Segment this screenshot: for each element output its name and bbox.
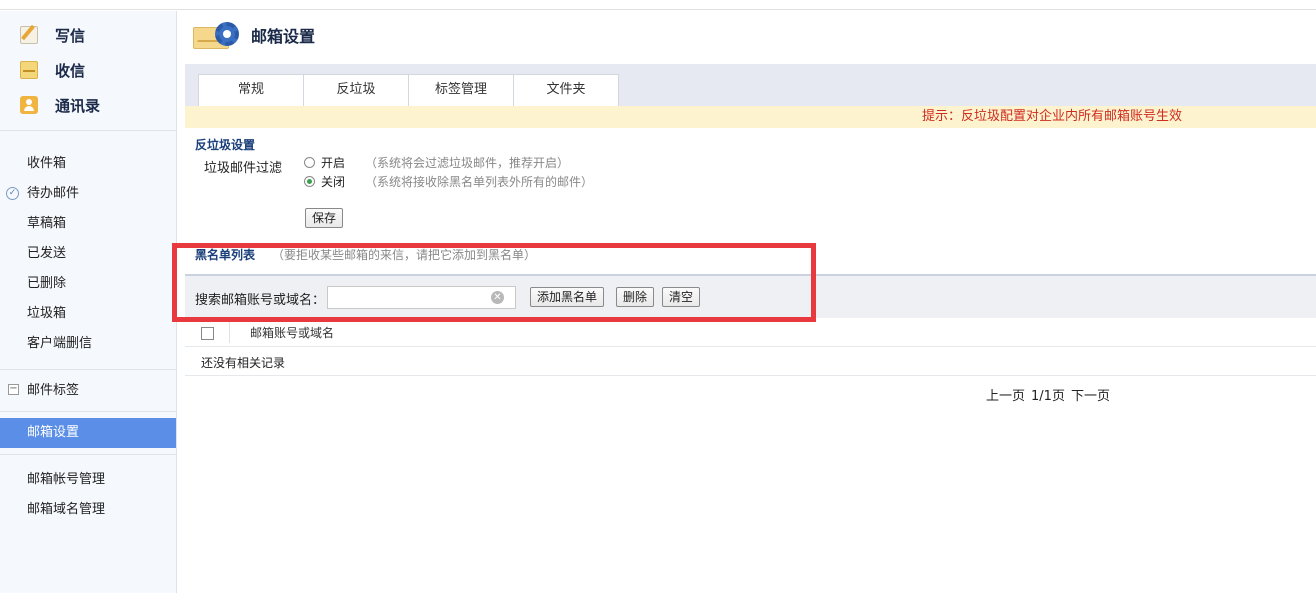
radio-off[interactable]: [304, 175, 315, 187]
sidebar-item-drafts[interactable]: 草稿箱: [27, 214, 66, 234]
sidebar-item-todo-label: 待办邮件: [27, 186, 80, 201]
tab-folders[interactable]: 文件夹: [513, 74, 619, 106]
spam-filter-off-option[interactable]: 关闭 （系统将接收除黑名单列表外所有的邮件）: [304, 172, 593, 190]
sidebar-item-domain-admin[interactable]: 邮箱域名管理: [27, 500, 105, 520]
page-title: 邮箱设置: [251, 27, 316, 46]
sidebar-divider: [0, 369, 176, 370]
write-mail-link[interactable]: 写信: [20, 23, 85, 47]
pagination: 上一页 1/1页 下一页: [986, 385, 1110, 404]
blacklist-title: 黑名单列表: [195, 248, 256, 262]
receive-mail-label: 收信: [55, 61, 86, 80]
write-mail-label: 写信: [55, 26, 86, 45]
blacklist-note: （要拒收某些邮箱的来信，请把它添加到黑名单）: [272, 248, 537, 262]
spam-filter-on-option[interactable]: 开启 （系统将会过滤垃圾邮件，推荐开启）: [304, 153, 569, 171]
add-blacklist-button[interactable]: 添加黑名单: [530, 287, 605, 307]
select-all-checkbox[interactable]: [201, 327, 214, 340]
sidebar-item-deleted[interactable]: 已删除: [27, 274, 66, 294]
quick-actions: 写信 收信 通讯录: [0, 11, 176, 131]
save-button[interactable]: 保存: [305, 208, 344, 228]
receive-mail-link[interactable]: 收信: [20, 58, 85, 82]
page-header: 邮箱设置: [193, 19, 315, 51]
spam-filter-label: 垃圾邮件过滤: [204, 161, 283, 176]
blacklist-search-bar: 搜索邮箱账号或域名： ✕ 添加黑名单 删除 清空: [185, 274, 1316, 318]
radio-on-label: 开启: [321, 155, 346, 170]
sidebar-item-mailbox-settings[interactable]: 邮箱设置: [0, 418, 176, 448]
inbox-tray-icon: [20, 61, 38, 79]
sidebar-item-spam[interactable]: 垃圾箱: [27, 304, 66, 324]
radio-off-label: 关闭: [321, 174, 346, 189]
sidebar-item-todo[interactable]: ✓ 待办邮件: [6, 184, 80, 204]
contacts-link[interactable]: 通讯录: [20, 93, 100, 117]
clear-button[interactable]: 清空: [662, 287, 701, 307]
settings-gear-icon: [193, 19, 241, 51]
search-label: 搜索邮箱账号或域名：: [195, 293, 326, 308]
sidebar-item-inbox[interactable]: 收件箱: [27, 154, 66, 174]
contacts-label: 通讯录: [55, 96, 101, 115]
antispam-section-title: 反垃圾设置: [195, 138, 256, 152]
column-header-address: 邮箱账号或域名: [250, 326, 335, 340]
empty-state-text: 还没有相关记录: [201, 356, 286, 370]
sidebar-item-sent[interactable]: 已发送: [27, 244, 66, 264]
radio-on-note: （系统将会过滤垃圾邮件，推荐开启）: [365, 155, 570, 170]
table-header: 邮箱账号或域名: [185, 318, 1316, 347]
main-content: 邮箱设置 常规 反垃圾 标签管理 文件夹 提示：反垃圾配置对企业内所有邮箱账号生…: [185, 11, 1316, 593]
clear-input-icon[interactable]: ✕: [491, 291, 504, 304]
collapse-minus-icon[interactable]: −: [8, 384, 19, 395]
contacts-icon: [20, 96, 38, 114]
page-info: 1/1页: [1031, 389, 1065, 404]
tab-general[interactable]: 常规: [198, 74, 304, 106]
radio-on[interactable]: [304, 156, 315, 168]
sidebar: 写信 收信 通讯录 收件箱 ✓ 待办邮件 草稿箱 已发送 已删除 垃圾箱 客户端…: [0, 11, 177, 593]
check-circle-icon: ✓: [6, 187, 19, 200]
hint-banner: 提示：反垃圾配置对企业内所有邮箱账号生效: [185, 106, 1316, 128]
tab-antispam[interactable]: 反垃圾: [303, 74, 409, 106]
column-divider: [229, 322, 230, 343]
prev-page-link[interactable]: 上一页: [986, 385, 1025, 404]
sidebar-item-client-deleted[interactable]: 客户端删信: [27, 334, 92, 354]
table-row: 还没有相关记录: [185, 347, 1316, 376]
tab-tag-management[interactable]: 标签管理: [408, 74, 514, 106]
sidebar-item-account-admin[interactable]: 邮箱帐号管理: [27, 470, 105, 490]
radio-off-note: （系统将接收除黑名单列表外所有的邮件）: [365, 174, 594, 189]
sidebar-divider: [0, 411, 176, 412]
sidebar-item-mail-tags[interactable]: 邮件标签: [27, 381, 79, 401]
tab-bar: 常规 反垃圾 标签管理 文件夹: [185, 64, 1316, 106]
pencil-icon: [20, 26, 38, 44]
delete-button[interactable]: 删除: [616, 287, 655, 307]
top-border: [0, 0, 1316, 10]
next-page-link[interactable]: 下一页: [1071, 385, 1110, 404]
search-input[interactable]: [327, 286, 516, 309]
sidebar-divider: [0, 454, 176, 455]
